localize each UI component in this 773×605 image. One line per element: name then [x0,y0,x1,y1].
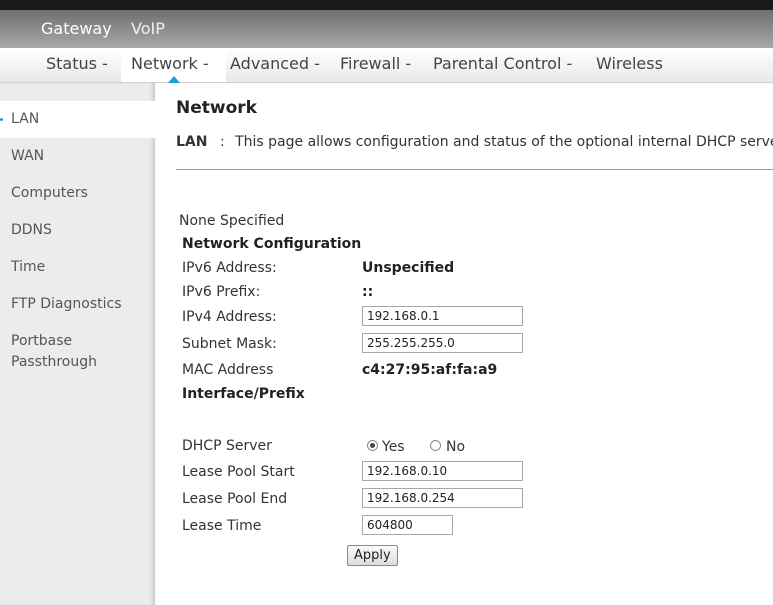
sidebar-item-time[interactable]: Time [0,249,155,286]
ipv4-address-label: IPv4 Address: [182,309,277,325]
ipv6-prefix-value: :: [362,284,374,300]
apply-button[interactable]: Apply [347,545,398,566]
lease-pool-end-label: Lease Pool End [182,491,288,507]
sidebar-item-label: LAN [11,111,40,127]
lease-pool-start-input[interactable] [362,461,523,481]
nav-item-network[interactable]: Network - [121,48,226,83]
divider [176,169,773,170]
subnet-mask-input[interactable] [362,333,523,353]
nav-item-parental-control[interactable]: Parental Control - [433,48,572,82]
lease-pool-end-input[interactable] [362,488,523,508]
active-dot-icon [0,118,3,121]
ipv6-address-label: IPv6 Address: [182,260,277,276]
nav-item-status[interactable]: Status - [46,48,108,82]
sidebar-item-label: Portbase [11,333,73,349]
nav-item-wireless[interactable]: Wireless [596,48,663,82]
sidebar-item-ftp-diagnostics[interactable]: FTP Diagnostics [0,286,155,323]
dhcp-yes-label: Yes [382,439,405,455]
sidebar-item-ddns[interactable]: DDNS [0,212,155,249]
dhcp-no-radio[interactable] [430,440,441,451]
dhcp-yes-radio[interactable] [367,440,378,451]
lease-time-input[interactable] [362,515,453,535]
top-dark-bar [0,0,773,10]
page-description: LAN : This page allows configuration and… [176,134,773,150]
description-separator: : [219,134,225,150]
none-specified-text: None Specified [179,213,285,229]
lease-time-label: Lease Time [182,518,262,534]
sidebar-item-portbase-passthrough[interactable]: Portbase Passthrough [0,323,155,375]
ipv6-address-value: Unspecified [362,260,455,276]
ipv6-prefix-label: IPv6 Prefix: [182,284,261,300]
sidebar-item-label: Passthrough [11,354,97,370]
sidebar: LAN WAN Computers DDNS Time FTP Diagnost… [0,83,155,605]
header-bar: Gateway VoIP [0,10,773,48]
nav-item-firewall[interactable]: Firewall - [340,48,411,82]
main-content: Network LAN : This page allows configura… [176,83,773,605]
description-key: LAN [176,134,208,150]
mac-address-label: MAC Address [182,362,274,378]
sidebar-item-label: Computers [11,185,88,201]
tab-voip[interactable]: VoIP [131,19,165,38]
sidebar-item-label: Time [11,259,46,275]
section-network-configuration: Network Configuration [182,236,362,252]
sidebar-item-label: WAN [11,148,45,164]
dhcp-server-label: DHCP Server [182,438,272,454]
subnet-mask-label: Subnet Mask: [182,336,277,352]
page-title: Network [176,98,257,118]
nav-item-advanced[interactable]: Advanced - [230,48,320,82]
sidebar-item-wan[interactable]: WAN [0,138,155,175]
mac-address-value: c4:27:95:af:fa:a9 [362,362,498,378]
section-interface-prefix: Interface/Prefix [182,386,305,402]
sidebar-item-lan[interactable]: LAN [0,101,155,138]
sidebar-item-label: DDNS [11,222,52,238]
dhcp-no-label: No [446,439,466,455]
nav-item-network-label: Network - [131,54,209,73]
sidebar-item-label: FTP Diagnostics [11,296,122,312]
active-caret-icon [167,76,180,83]
sidebar-item-computers[interactable]: Computers [0,175,155,212]
description-text: This page allows configuration and statu… [235,134,773,150]
main-nav: Status - Network - Advanced - Firewall -… [0,48,773,83]
lease-pool-start-label: Lease Pool Start [182,464,295,480]
tab-gateway[interactable]: Gateway [41,19,112,38]
ipv4-address-input[interactable] [362,306,523,326]
